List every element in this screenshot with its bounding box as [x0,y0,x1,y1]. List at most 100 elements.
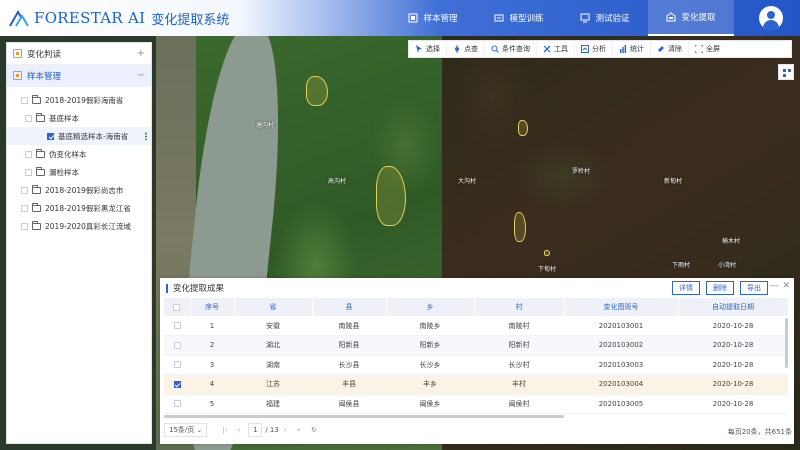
user-icon [767,11,775,19]
tree-checkbox[interactable] [21,96,28,104]
col-header: 序号 [190,298,235,316]
row-checkbox[interactable] [173,380,181,388]
horizontal-scrollbar[interactable] [164,415,564,418]
tree-checkbox[interactable] [25,114,32,122]
delete-button[interactable]: 删除 [706,281,734,295]
chart-icon [620,45,627,53]
tree-checkbox[interactable] [25,168,32,176]
minimize-icon[interactable]: — [769,281,778,291]
nav-test-validation[interactable]: 测试验证 [562,0,648,36]
export-button[interactable]: 导出 [740,281,768,295]
collapse-icon[interactable]: − [137,70,145,81]
change-patch[interactable] [544,250,550,256]
nav-model-training[interactable]: 模型训练 [476,0,562,36]
tree-item[interactable]: 伪变化样本 [7,145,151,163]
col-header: 自动提取日期 [678,298,789,316]
user-avatar[interactable] [759,6,783,30]
tree-item[interactable]: 2018-2019假彩尚志市 [7,181,151,199]
change-patch[interactable] [518,120,528,136]
col-header: 村 [474,298,565,316]
map-toolbar: 选择 点查 条件查询 工具 分析 统计 清除 全屏 [408,40,792,58]
map-label: 塘沟村 [256,122,275,129]
tool-conditional-query[interactable]: 条件查询 [485,40,537,58]
search-icon [491,45,499,53]
table-row[interactable]: 3 湖南 长沙县 长沙乡 长沙村 2020103003 2020-10-28 [164,355,788,375]
tool-select[interactable]: 选择 [409,40,447,58]
select-all-checkbox[interactable] [173,303,181,311]
sample-tree: 2018-2019假彩海南省 基底样本 基底精选样本-海南省 伪变化样本 漏检样… [7,87,151,235]
row-checkbox[interactable] [173,341,181,349]
sample-icon [408,13,418,23]
tree-checkbox[interactable] [21,204,28,212]
tool-clear[interactable]: 清除 [651,40,689,58]
sample-icon [13,71,22,80]
tree-checkbox[interactable] [47,132,54,140]
change-patch[interactable] [514,212,526,242]
tree-item[interactable]: 2018-2019假彩黑龙江省 [7,199,151,217]
next-page-icon[interactable]: › [284,426,287,434]
row-checkbox[interactable] [173,322,181,329]
col-header: 县 [312,298,387,316]
grid-icon [783,69,786,72]
row-checkbox[interactable] [173,361,181,369]
prev-page-icon[interactable]: ‹ [238,426,241,434]
map-label: 楠木村 [722,238,741,245]
map-label: 新甸村 [664,178,683,185]
map-label: 高沟村 [328,178,347,185]
close-icon[interactable]: ✕ [782,281,790,291]
map-label: 下甸村 [538,266,557,273]
total-pages: / 13 [265,426,279,434]
cursor-icon [416,45,422,53]
interpretation-icon [13,49,22,58]
section-sample-management[interactable]: 样本管理 − [7,65,151,87]
tree-item[interactable]: 2019-2020真彩长江流域 [7,217,151,235]
tool-point-query[interactable]: 点查 [447,40,485,58]
fullscreen-icon [695,45,703,53]
expand-icon[interactable]: + [137,48,145,59]
tree-item[interactable]: 2018-2019假彩海南省 [7,91,151,109]
detail-button[interactable]: 详情 [672,281,700,295]
folder-icon [32,94,41,104]
row-checkbox[interactable] [173,400,181,408]
tree-item[interactable]: 漏检样本 [7,163,151,181]
analysis-icon [581,45,589,53]
page-input[interactable]: 1 [248,423,263,437]
vertical-scrollbar[interactable] [785,318,788,368]
tree-item[interactable]: 基底样本 [7,109,151,127]
tool-analysis[interactable]: 分析 [575,40,613,58]
layer-switch-button[interactable] [778,64,794,80]
model-icon [494,14,504,22]
monitor-icon [580,13,590,23]
extraction-icon [666,12,676,22]
section-change-interpretation[interactable]: 变化判读 + [7,43,151,65]
tool-fullscreen[interactable]: 全屏 [689,40,726,58]
more-icon[interactable] [145,132,147,140]
tree-checkbox[interactable] [21,186,28,194]
map-label: 大沟村 [458,178,477,185]
pagination-summary: 每页20条，共651条 [727,428,792,436]
tool-tools[interactable]: 工具 [537,40,575,58]
tree-checkbox[interactable] [25,150,32,158]
table-row[interactable]: 1 安徽 南陵县 南陵乡 南陵村 2020103001 2020-10-28 [164,316,788,336]
folder-icon [36,166,45,176]
nav-sample-management[interactable]: 样本管理 [390,0,476,36]
tree-item[interactable]: 基底精选样本-海南省 [7,127,151,145]
change-patch[interactable] [376,166,406,226]
app-logo: FORESTAR AI 变化提取系统 [8,8,229,28]
tool-statistics[interactable]: 统计 [613,40,651,58]
nav-change-extraction[interactable]: 变化提取 [648,0,734,36]
table-row[interactable]: 5 福建 闽侯县 闽侯乡 闽侯村 2020103005 2020-10-28 [164,394,788,414]
tree-checkbox[interactable] [21,222,28,230]
page-size-select[interactable]: 15条/页 ⌄ [164,423,208,437]
results-header: 变化提取成果 详情 删除 导出 — ✕ [160,278,794,298]
table-row[interactable]: 2 湖北 阳新县 阳新乡 阳新村 2020103002 2020-10-28 [164,335,788,356]
table-row[interactable]: 4 江苏 丰县 丰乡 丰村 2020103004 2020-10-28 [164,374,788,395]
folder-icon [32,202,41,212]
first-page-icon[interactable]: |‹ [222,426,227,434]
folder-icon [36,112,45,122]
app-title: 变化提取系统 [151,12,230,28]
change-patch[interactable] [306,76,328,106]
last-page-icon[interactable]: » [297,426,301,434]
folder-icon [32,184,41,194]
refresh-icon[interactable]: ↻ [311,426,317,434]
